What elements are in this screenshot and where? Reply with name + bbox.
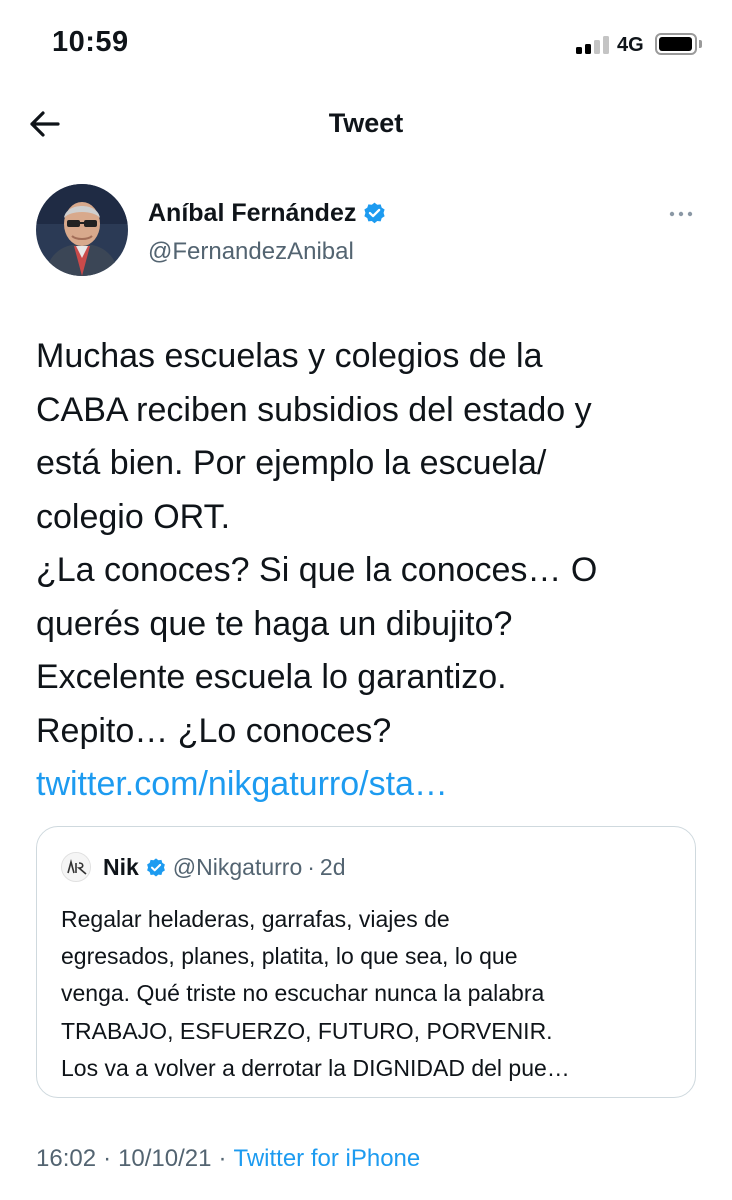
status-time: 10:59 — [52, 26, 129, 58]
author-name[interactable]: Aníbal Fernández — [148, 199, 356, 228]
tweet-text-line: querés que te haga un dibujito? — [36, 604, 513, 643]
quoted-tweet-card[interactable]: Nik @Nikgaturro · 2d Regalar heladeras, … — [36, 826, 696, 1098]
tweet-text-line: colegio ORT. — [36, 497, 231, 536]
quote-author-name: Nik — [103, 854, 139, 880]
tweet-text-line: CABA reciben subsidios del estado y — [36, 390, 592, 429]
battery-cap — [699, 40, 702, 48]
quote-text-line: TRABAJO, ESFUERZO, FUTURO, PORVENIR. — [61, 1017, 553, 1044]
quote-separator: · — [307, 854, 315, 880]
tweet-source-link[interactable]: Twitter for iPhone — [233, 1145, 420, 1172]
tweet-text-line: ¿La conoces? Si que la conoces… O — [36, 551, 598, 589]
more-horizontal-icon[interactable] — [668, 204, 694, 224]
meta-separator: · — [103, 1145, 112, 1172]
nav-bar: Tweet — [0, 92, 732, 156]
battery-icon — [655, 33, 697, 55]
tweet-link[interactable]: twitter.com/nikgaturro/sta… — [36, 758, 708, 812]
quote-text-line: Regalar heladeras, garrafas, viajes de — [61, 906, 450, 932]
network-type-label: 4G — [617, 34, 644, 56]
verified-badge-icon — [364, 202, 385, 224]
tweet-meta: 16:02 · 10/10/21 · Twitter for iPhone — [36, 1145, 420, 1173]
tweet-date: 10/10/21 — [118, 1145, 212, 1172]
meta-separator: · — [218, 1145, 227, 1172]
tweet-text-line: Muchas escuelas y colegios de la — [36, 337, 543, 375]
tweet-text-line: está bien. Por ejemplo la escuela/ — [36, 444, 547, 482]
status-bar: 10:59 4G — [0, 0, 732, 90]
author-avatar[interactable] — [36, 184, 128, 276]
quote-author-handle: @Nikgaturro — [172, 854, 303, 880]
quote-text-line: egresados, planes, platita, lo que sea, … — [61, 943, 518, 970]
page-title: Tweet — [328, 108, 404, 138]
quote-text-line: venga. Qué triste no escuchar nunca la p… — [61, 980, 545, 1007]
tweet-time: 16:02 — [36, 1145, 97, 1172]
verified-badge-icon — [146, 857, 165, 877]
cellular-signal-icon — [576, 36, 610, 54]
author-name-row[interactable]: Aníbal Fernández — [148, 199, 387, 228]
tweet-text-line: Excelente escuela lo garantizo. — [36, 658, 507, 696]
tweet-detail-screen: 10:59 4G Tweet Aníbal Fernández @Fernand… — [0, 0, 732, 1200]
quote-text-line: Los va a volver a derrotar la DIGNIDAD d… — [61, 1054, 570, 1081]
quote-author-avatar — [61, 852, 91, 882]
tweet-text: Muchas escuelas y colegios de la CABA re… — [36, 330, 708, 812]
quote-text: Regalar heladeras, garrafas, viajes de e… — [61, 901, 681, 1087]
quote-timestamp: 2d — [319, 854, 346, 880]
author-handle[interactable]: @FernandezAnibal — [148, 238, 354, 266]
tweet-text-line: Repito… ¿Lo conoces? — [36, 711, 392, 750]
quote-header: Nik @Nikgaturro · 2d — [103, 854, 346, 881]
